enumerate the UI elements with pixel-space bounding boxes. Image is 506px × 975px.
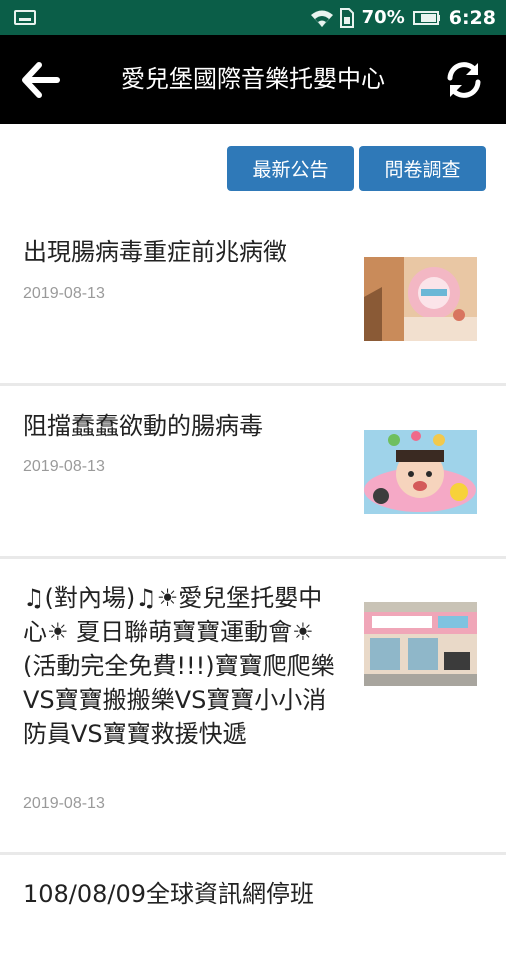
item-date: 2019-08-13: [23, 285, 105, 302]
app-toolbar: 愛兒堡國際音樂托嬰中心: [0, 35, 506, 124]
refresh-icon[interactable]: [444, 60, 484, 100]
sim-card-icon: [339, 7, 354, 28]
item-title: ♫(對內場)♫☀愛兒堡托嬰中心☀ 夏日聯萌寶寶運動會☀(活動完全免費!!!)寶寶…: [23, 584, 335, 748]
battery-icon: [412, 10, 441, 26]
item-thumbnail: [364, 602, 477, 686]
latest-announcements-button[interactable]: 最新公告: [227, 146, 354, 191]
item-title: 出現腸病毒重症前兆病徵: [23, 238, 287, 266]
item-date: 2019-08-13: [23, 795, 105, 812]
battery-percent: 70%: [361, 7, 405, 28]
list-item[interactable]: ♫(對內場)♫☀愛兒堡托嬰中心☀ 夏日聯萌寶寶運動會☀(活動完全免費!!!)寶寶…: [0, 559, 506, 855]
item-thumbnail: [364, 430, 477, 514]
survey-button[interactable]: 問卷調查: [359, 146, 486, 191]
status-bar: 70% 6:28: [0, 0, 506, 35]
back-arrow-icon[interactable]: [22, 61, 60, 99]
item-thumbnail: [364, 257, 477, 341]
list-item[interactable]: 出現腸病毒重症前兆病徵 2019-08-13: [0, 205, 506, 386]
item-date: 2019-08-13: [23, 458, 105, 475]
wifi-icon: [310, 9, 333, 27]
keyboard-icon: [14, 10, 36, 25]
list-item[interactable]: 阻擋蠢蠢欲動的腸病毒 2019-08-13: [0, 386, 506, 559]
list-item[interactable]: 108/08/09全球資訊網停班: [0, 855, 506, 975]
clock: 6:28: [448, 6, 496, 29]
status-indicators: 70% 6:28: [310, 0, 496, 35]
item-title: 108/08/09全球資訊網停班: [23, 880, 315, 908]
item-title: 阻擋蠢蠢欲動的腸病毒: [23, 412, 263, 440]
page-title: 愛兒堡國際音樂托嬰中心: [121, 65, 385, 93]
